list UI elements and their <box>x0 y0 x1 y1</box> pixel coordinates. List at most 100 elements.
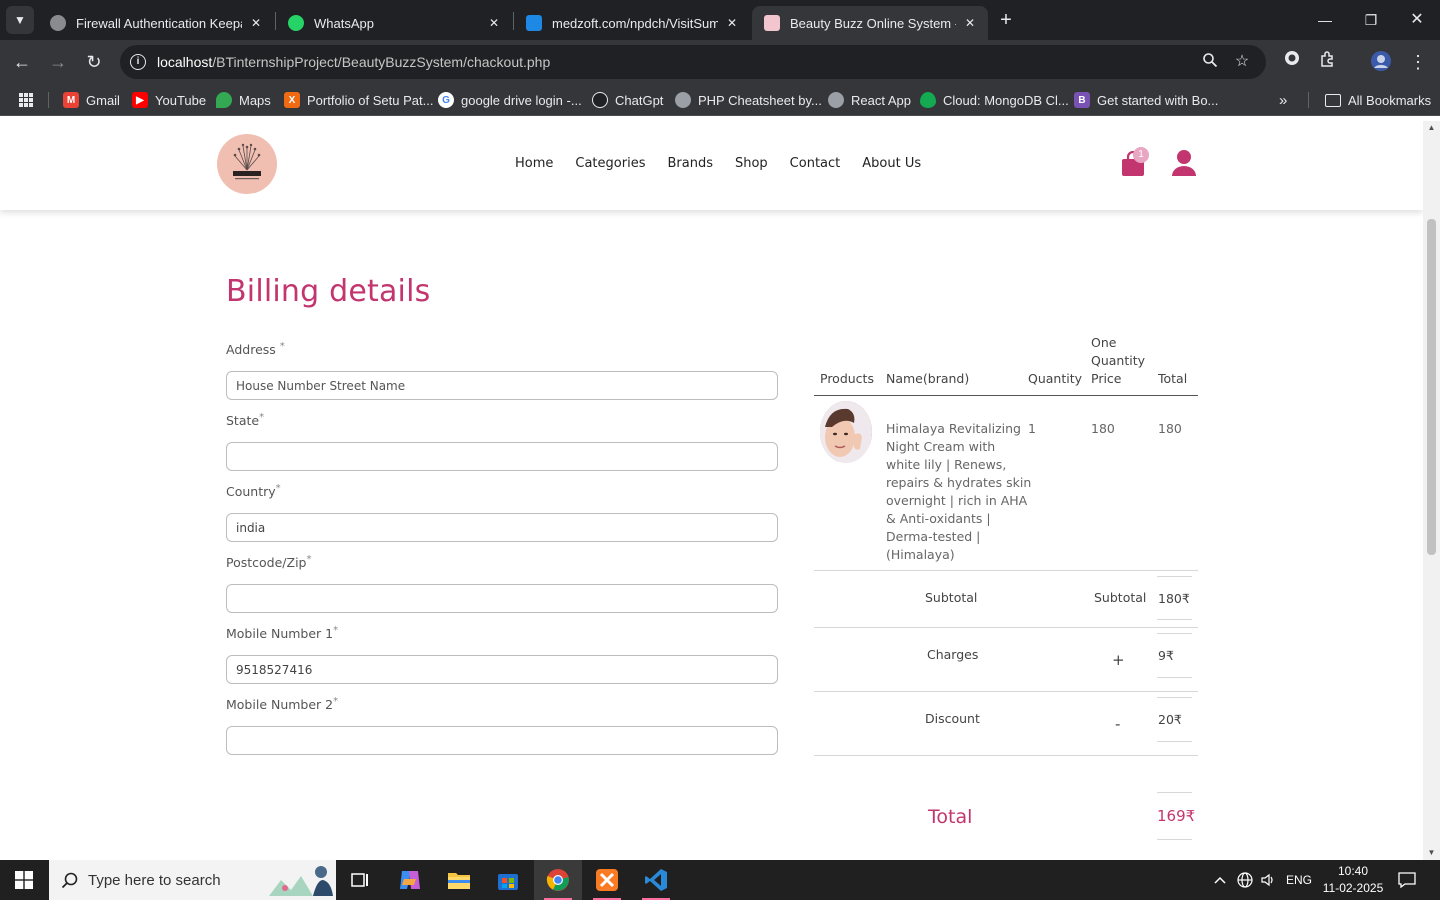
xampp-app[interactable] <box>583 860 631 900</box>
cell-divider <box>1157 839 1192 840</box>
reload-button[interactable]: ↻ <box>80 48 108 76</box>
bookmark-label: google drive login -... <box>461 92 582 108</box>
vscode-app[interactable] <box>632 860 680 900</box>
scroll-down-arrow-icon[interactable]: ▼ <box>1423 846 1440 860</box>
mobile-number-2-input[interactable] <box>226 726 778 755</box>
bookmark-portfolio[interactable]: X Portfolio of Setu Pat... <box>284 90 433 110</box>
new-tab-button[interactable]: + <box>994 8 1018 32</box>
show-hidden-icons-chevron-icon[interactable] <box>1210 860 1230 900</box>
user-account-icon[interactable] <box>1171 149 1197 177</box>
close-window-button[interactable]: ✕ <box>1394 0 1440 40</box>
nav-categories[interactable]: Categories <box>575 156 645 171</box>
scroll-up-arrow-icon[interactable]: ▲ <box>1423 121 1440 135</box>
product-quantity: 1 <box>1028 421 1036 436</box>
apps-grid-icon[interactable] <box>18 90 34 110</box>
close-icon[interactable]: ✕ <box>724 16 740 30</box>
zoom-icon[interactable] <box>1200 52 1220 72</box>
minimize-button[interactable]: — <box>1302 0 1348 40</box>
site-info-icon[interactable]: i <box>130 54 146 70</box>
close-icon[interactable]: ✕ <box>486 16 502 30</box>
bookmark-gmail[interactable]: M Gmail <box>63 90 120 110</box>
globe-icon <box>50 15 66 31</box>
system-clock[interactable]: 10:40 11-02-2025 <box>1320 863 1386 897</box>
address-bar[interactable]: i localhost/BTinternshipProject/BeautyBu… <box>120 45 1266 79</box>
notification-center-icon[interactable] <box>1394 860 1420 900</box>
back-button[interactable]: ← <box>8 48 36 76</box>
menu-kebab-icon[interactable]: ⋮ <box>1406 50 1430 74</box>
close-icon[interactable]: ✕ <box>962 16 978 30</box>
site-logo[interactable] <box>217 134 277 194</box>
volume-speaker-icon[interactable] <box>1258 860 1278 900</box>
address-input[interactable] <box>226 371 778 400</box>
nav-brands[interactable]: Brands <box>667 156 713 171</box>
postcode-input[interactable] <box>226 584 778 613</box>
bookmark-label: Get started with Bo... <box>1097 92 1219 108</box>
required-mark: * <box>333 696 339 707</box>
tab-whatsapp[interactable]: WhatsApp ✕ <box>276 6 512 40</box>
tab-beauty-buzz[interactable]: Beauty Buzz Online System - Checkout ✕ <box>752 6 988 40</box>
task-view-button[interactable] <box>336 860 384 900</box>
url-text[interactable]: localhost/BTinternshipProject/BeautyBuzz… <box>157 54 550 70</box>
copilot-app[interactable] <box>386 860 434 900</box>
required-mark: * <box>333 625 339 636</box>
all-bookmarks[interactable]: All Bookmarks <box>1325 90 1431 110</box>
nav-contact[interactable]: Contact <box>790 156 841 171</box>
product-name-line: Himalaya Revitalizing <box>886 421 1021 436</box>
product-name-line: repairs & hydrates skin <box>886 475 1032 490</box>
page-scrollbar[interactable]: ▲ ▼ <box>1423 121 1440 860</box>
bookmark-mongodb[interactable]: Cloud: MongoDB Cl... <box>920 90 1069 110</box>
network-globe-icon[interactable] <box>1235 860 1255 900</box>
browser-toolbar: ← → ↻ i localhost/BTinternshipProject/Be… <box>0 40 1440 84</box>
product-name-line: & Anti-oxidants | <box>886 511 991 526</box>
profile-avatar[interactable] <box>1369 50 1393 74</box>
nav-home[interactable]: Home <box>515 156 553 171</box>
more-bookmarks-chevron-icon[interactable]: » <box>1279 90 1287 110</box>
cell-divider <box>1157 576 1192 577</box>
extensions-puzzle-icon[interactable] <box>1316 50 1340 74</box>
close-icon[interactable]: ✕ <box>248 16 264 30</box>
tab-title: Firewall Authentication Keepalive <box>76 15 242 31</box>
tab-title: Beauty Buzz Online System - Checkout <box>790 15 956 31</box>
bookmark-label: ChatGpt <box>615 92 664 108</box>
bookmark-maps[interactable]: Maps <box>216 90 271 110</box>
state-input[interactable] <box>226 442 778 471</box>
product-unit-price: 180 <box>1091 421 1115 436</box>
windows-logo-icon <box>15 871 33 889</box>
mobile-number-1-input[interactable] <box>226 655 778 684</box>
main-nav: Home Categories Brands Shop Contact Abou… <box>515 156 943 171</box>
address-label: Address * <box>226 341 285 357</box>
taskbar-search-box[interactable]: Type here to search <box>49 860 336 900</box>
bookmark-google-drive[interactable]: G google drive login -... <box>438 90 582 110</box>
bookmark-chatgpt[interactable]: ChatGpt <box>592 90 663 110</box>
tab-title: WhatsApp <box>314 15 374 31</box>
chrome-app[interactable] <box>534 860 582 900</box>
charges-label: Charges <box>927 647 979 662</box>
tab-medzoft[interactable]: medzoft.com/npdch/VisitSummary ✕ <box>514 6 750 40</box>
tab-search-button[interactable]: ▼ <box>6 6 34 34</box>
scrollbar-thumb[interactable] <box>1427 219 1436 555</box>
xampp-icon: X <box>284 92 300 108</box>
bookmark-youtube[interactable]: ▶ YouTube <box>132 90 206 110</box>
extension-circle-icon[interactable] <box>1280 50 1304 74</box>
header-quantity: Quantity <box>1028 371 1083 386</box>
start-button[interactable] <box>0 860 48 900</box>
input-language[interactable]: ENG <box>1284 860 1314 900</box>
microsoft-store-app[interactable] <box>484 860 532 900</box>
windows-taskbar: Type here to search ENG 10:40 11-02-2025 <box>0 860 1440 900</box>
discount-value: 20₹ <box>1158 712 1182 727</box>
reload-icon: ↻ <box>86 52 102 72</box>
product-name-line: (Himalaya) <box>886 547 955 562</box>
nav-shop[interactable]: Shop <box>735 156 768 171</box>
tab-firewall[interactable]: Firewall Authentication Keepalive ✕ <box>38 6 274 40</box>
forward-button[interactable]: → <box>44 48 72 76</box>
label-text: Mobile Number 2 <box>226 697 334 713</box>
bookmark-php-cheatsheet[interactable]: PHP Cheatsheet by... <box>675 90 822 110</box>
nav-about-us[interactable]: About Us <box>862 156 921 171</box>
bookmark-star-icon[interactable]: ☆ <box>1232 52 1252 72</box>
restore-button[interactable]: ❐ <box>1348 0 1394 40</box>
google-icon: G <box>438 92 454 108</box>
file-explorer-app[interactable] <box>435 860 483 900</box>
country-input[interactable] <box>226 513 778 542</box>
bookmark-bootstrap[interactable]: B Get started with Bo... <box>1074 90 1218 110</box>
bookmark-react-app[interactable]: React App <box>828 90 911 110</box>
